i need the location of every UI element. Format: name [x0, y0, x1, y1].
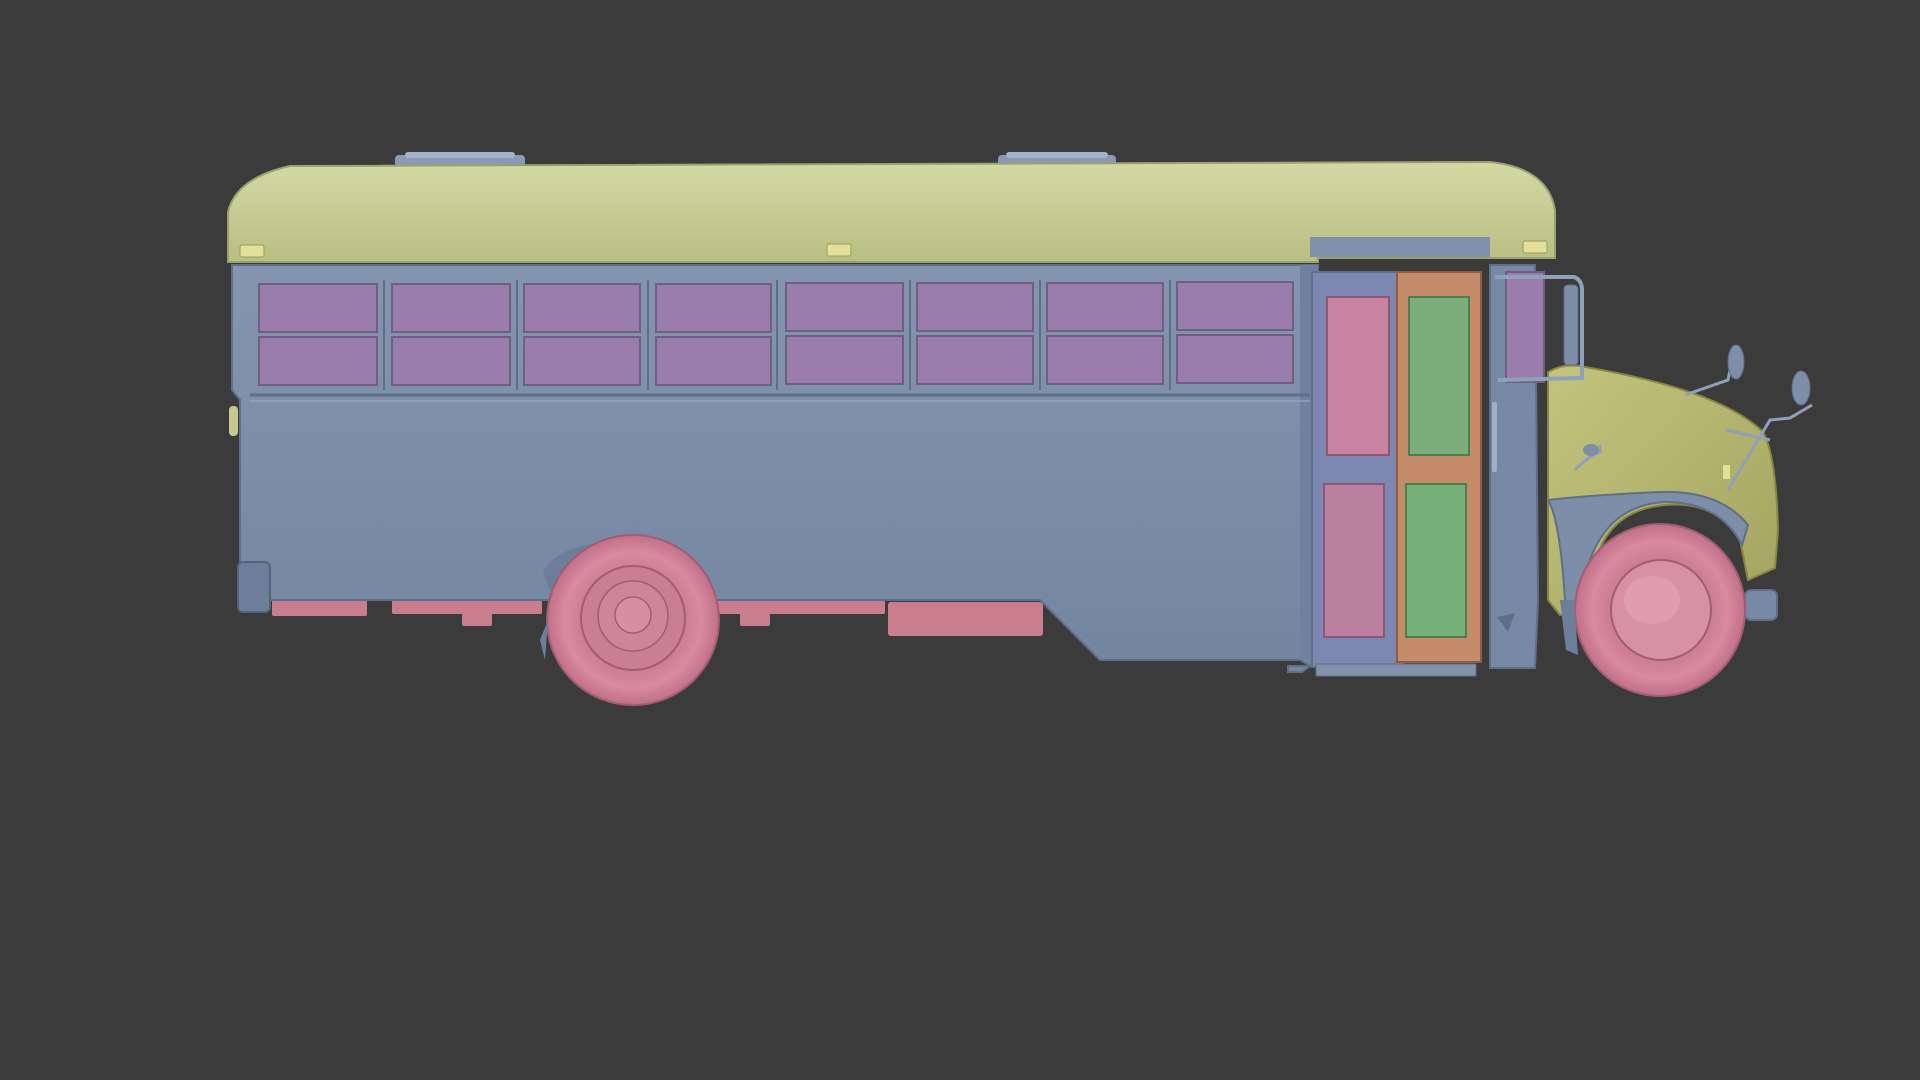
hood-mirror-head [1583, 444, 1599, 456]
window [916, 335, 1034, 385]
window [258, 336, 378, 386]
roof-marker-light-mid [826, 243, 852, 257]
window [258, 283, 378, 333]
window [523, 283, 641, 333]
door-panel-upper-left [1326, 296, 1390, 456]
window [916, 282, 1034, 332]
window [785, 335, 904, 385]
window [1046, 282, 1164, 332]
roof-marker-light-front [1522, 240, 1548, 254]
entry-door [1311, 271, 1482, 677]
window [655, 283, 772, 333]
3d-viewport [0, 0, 1920, 1080]
rear-wheel [540, 534, 720, 706]
window [655, 336, 772, 386]
roof-marker-light-rear [239, 244, 265, 258]
door-panel-lower-left [1323, 483, 1385, 638]
rear-bumper [237, 561, 271, 613]
grab-handle [1492, 402, 1497, 472]
window [1046, 335, 1164, 385]
door-panel-upper-right [1408, 296, 1470, 456]
hood-marker-light [1723, 465, 1730, 479]
window [391, 336, 511, 386]
window [1176, 281, 1294, 331]
door-panel-lower-right [1405, 483, 1467, 638]
window [785, 282, 904, 332]
front-bumper [1744, 589, 1778, 621]
windshield-side [1505, 271, 1545, 383]
window [391, 283, 511, 333]
entry-step [1315, 663, 1477, 677]
destination-sign-panel [1310, 237, 1490, 257]
bus-render [227, 152, 1813, 706]
window [523, 336, 641, 386]
window [1176, 334, 1294, 384]
crossview-mirror-left [1684, 344, 1745, 397]
rear-light [229, 406, 238, 436]
